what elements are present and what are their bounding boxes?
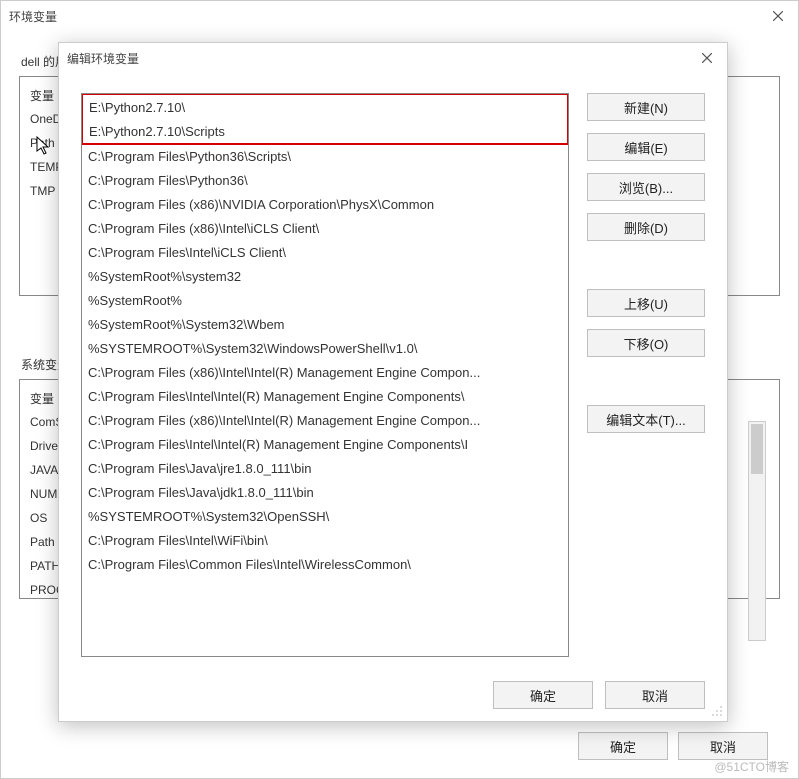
child-titlebar: 编辑环境变量: [59, 43, 727, 73]
resize-grip-icon[interactable]: [711, 705, 723, 717]
path-item[interactable]: C:\Program Files\Intel\iCLS Client\: [82, 240, 568, 264]
path-item[interactable]: C:\Program Files\Java\jdk1.8.0_111\bin: [82, 480, 568, 504]
path-item[interactable]: C:\Program Files (x86)\Intel\Intel(R) Ma…: [82, 360, 568, 384]
scrollbar-thumb[interactable]: [751, 424, 763, 474]
path-item[interactable]: C:\Program Files\Intel\WiFi\bin\: [82, 528, 568, 552]
move-up-button[interactable]: 上移(U): [587, 289, 705, 317]
delete-button[interactable]: 删除(D): [587, 213, 705, 241]
parent-dialog-buttons: 确定 取消: [578, 732, 768, 760]
path-item[interactable]: E:\Python2.7.10\Scripts: [83, 119, 567, 143]
parent-cancel-button[interactable]: 取消: [678, 732, 768, 760]
move-down-button[interactable]: 下移(O): [587, 329, 705, 357]
path-item[interactable]: %SYSTEMROOT%\System32\OpenSSH\: [82, 504, 568, 528]
path-item[interactable]: C:\Program Files\Python36\: [82, 168, 568, 192]
new-button[interactable]: 新建(N): [587, 93, 705, 121]
child-ok-button[interactable]: 确定: [493, 681, 593, 709]
parent-titlebar: 环境变量: [1, 1, 798, 31]
child-title: 编辑环境变量: [67, 50, 139, 67]
child-main-row: E:\Python2.7.10\E:\Python2.7.10\ScriptsC…: [81, 93, 705, 657]
parent-ok-button[interactable]: 确定: [578, 732, 668, 760]
child-cancel-button[interactable]: 取消: [605, 681, 705, 709]
path-item[interactable]: %SYSTEMROOT%\System32\WindowsPowerShell\…: [82, 336, 568, 360]
path-list[interactable]: E:\Python2.7.10\E:\Python2.7.10\ScriptsC…: [81, 93, 569, 657]
path-item[interactable]: C:\Program Files\Java\jre1.8.0_111\bin: [82, 456, 568, 480]
scrollbar[interactable]: [748, 421, 766, 641]
button-gap: [587, 253, 705, 277]
path-item[interactable]: C:\Program Files (x86)\Intel\iCLS Client…: [82, 216, 568, 240]
child-body: E:\Python2.7.10\E:\Python2.7.10\ScriptsC…: [59, 73, 727, 721]
parent-title: 环境变量: [9, 8, 57, 25]
mouse-cursor-icon: [36, 136, 52, 156]
child-bottom-buttons: 确定 取消: [81, 675, 705, 709]
path-item[interactable]: E:\Python2.7.10\: [83, 95, 567, 119]
path-item[interactable]: C:\Program Files (x86)\NVIDIA Corporatio…: [82, 192, 568, 216]
edit-button[interactable]: 编辑(E): [587, 133, 705, 161]
watermark-text: @51CTO博客: [714, 758, 789, 775]
side-buttons: 新建(N) 编辑(E) 浏览(B)... 删除(D) 上移(U) 下移(O) 编…: [587, 93, 705, 657]
path-item[interactable]: C:\Program Files\Intel\Intel(R) Manageme…: [82, 384, 568, 408]
path-item[interactable]: C:\Program Files (x86)\Intel\Intel(R) Ma…: [82, 408, 568, 432]
path-item[interactable]: C:\Program Files\Common Files\Intel\Wire…: [82, 552, 568, 576]
close-icon[interactable]: [758, 1, 798, 31]
path-item[interactable]: C:\Program Files\Python36\Scripts\: [82, 144, 568, 168]
path-item[interactable]: %SystemRoot%: [82, 288, 568, 312]
path-item[interactable]: %SystemRoot%\system32: [82, 264, 568, 288]
highlight-box: E:\Python2.7.10\E:\Python2.7.10\Scripts: [81, 93, 569, 145]
close-icon[interactable]: [687, 43, 727, 73]
edit-env-var-window: 编辑环境变量 E:\Python2.7.10\E:\Python2.7.10\S…: [58, 42, 728, 722]
edit-text-button[interactable]: 编辑文本(T)...: [587, 405, 705, 433]
path-item[interactable]: C:\Program Files\Intel\Intel(R) Manageme…: [82, 432, 568, 456]
path-item[interactable]: %SystemRoot%\System32\Wbem: [82, 312, 568, 336]
button-gap: [587, 369, 705, 393]
browse-button[interactable]: 浏览(B)...: [587, 173, 705, 201]
